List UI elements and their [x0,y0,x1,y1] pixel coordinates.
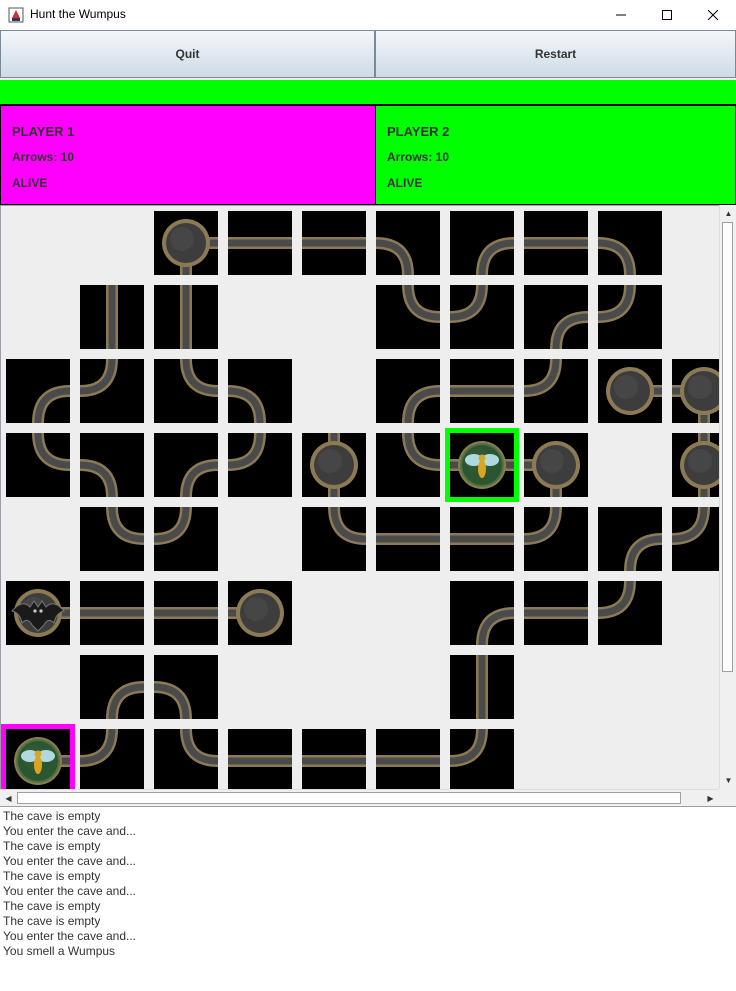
tunnel-tile[interactable] [524,285,588,349]
player-name: PLAYER 2 [387,124,450,139]
tunnel-tile[interactable] [376,507,440,571]
tunnel-tile[interactable] [154,285,218,349]
log-line: The cave is empty [3,869,101,883]
quit-button[interactable]: Quit [0,30,375,78]
tunnel-tile[interactable] [598,507,662,571]
log-line: You enter the cave and... [3,824,136,838]
tunnel-tile[interactable] [450,581,514,645]
scroll-up-icon[interactable]: ▲ [720,205,736,222]
log-line: You enter the cave and... [3,929,136,943]
cave-room-tile[interactable] [524,433,588,497]
tunnel-tile[interactable] [376,285,440,349]
tunnel-tile[interactable] [450,359,514,423]
tunnel-tile[interactable] [598,285,662,349]
minimize-button[interactable] [598,0,644,30]
close-button[interactable] [690,0,736,30]
player-arrows: Arrows: 10 [12,150,75,164]
horizontal-scroll-thumb[interactable] [17,792,681,804]
maximize-button[interactable] [644,0,690,30]
minimize-icon [616,14,626,16]
tunnel-tile[interactable] [228,433,292,497]
scroll-down-icon[interactable]: ▼ [720,772,736,789]
tunnel-tile[interactable] [376,729,440,789]
scroll-right-icon[interactable]: ▶ [702,790,719,807]
log-line: The cave is empty [3,839,101,853]
restart-button[interactable]: Restart [375,30,736,78]
tunnel-tile[interactable] [6,433,70,497]
tunnel-tile[interactable] [376,211,440,275]
tunnel-tile[interactable] [154,359,218,423]
tunnel-tile[interactable] [524,211,588,275]
java-app-icon [8,7,24,23]
tunnel-tile[interactable] [524,507,588,571]
player-arrows: Arrows: 10 [387,150,450,164]
tunnel-tile[interactable] [524,581,588,645]
tunnel-tile[interactable] [6,359,70,423]
tunnel-tile[interactable] [154,729,218,789]
player-name: PLAYER 1 [12,124,75,139]
tunnel-tile[interactable] [598,581,662,645]
cave-room-tile[interactable] [598,359,662,423]
tunnel-tile[interactable] [302,729,366,789]
title-bar: Hunt the Wumpus [0,0,736,30]
tunnel-tile[interactable] [228,359,292,423]
cave-map[interactable] [0,205,719,789]
message-log: The cave is empty You enter the cave and.… [0,806,736,991]
player-state: ALIVE [387,176,423,190]
player-2-panel: PLAYER 2 Arrows: 10 ALIVE [375,105,736,205]
tunnel-tile[interactable] [80,507,144,571]
tunnel-tile[interactable] [302,211,366,275]
player-2-position-marker [445,428,519,502]
tunnel-tile[interactable] [80,581,144,645]
tunnel-tile[interactable] [524,359,588,423]
tunnel-tile[interactable] [450,211,514,275]
tunnel-tile[interactable] [450,507,514,571]
vertical-scroll-thumb[interactable] [722,222,733,672]
player-1-position-marker [1,724,75,789]
tunnel-tile[interactable] [450,285,514,349]
tunnel-tile[interactable] [80,359,144,423]
player-state: ALIVE [12,176,48,190]
cave-room-tile[interactable] [154,211,218,275]
tunnel-tile[interactable] [376,359,440,423]
player-1-panel: PLAYER 1 Arrows: 10 ALIVE [0,105,376,205]
button-bar: Quit Restart [0,30,736,80]
scroll-corner [719,789,736,806]
cave-room-tile[interactable] [228,581,292,645]
log-line: You smell a Wumpus [3,944,116,958]
scroll-left-icon[interactable]: ◀ [0,790,17,807]
tunnel-tile[interactable] [80,729,144,789]
tunnel-tile[interactable] [80,655,144,719]
cave-room-tile[interactable] [302,433,366,497]
log-line: You enter the cave and... [3,884,136,898]
window-title: Hunt the Wumpus [30,7,126,21]
horizontal-scrollbar[interactable]: ◀ ▶ [0,789,719,806]
log-line: The cave is empty [3,914,101,928]
cave-room-tile[interactable] [672,359,719,423]
cave-room-tile[interactable] [672,433,719,497]
cave-room-tile[interactable] [6,581,70,645]
tunnel-tile[interactable] [80,285,144,349]
tunnel-tile[interactable] [154,655,218,719]
tunnel-tile[interactable] [80,433,144,497]
tunnel-tile[interactable] [228,211,292,275]
close-icon [708,10,718,20]
tunnel-tile[interactable] [302,507,366,571]
maximize-icon [662,10,672,20]
tunnel-tile[interactable] [228,729,292,789]
tunnel-tile[interactable] [598,211,662,275]
log-line: The cave is empty [3,899,101,913]
vertical-scrollbar[interactable]: ▲ ▼ [719,205,736,789]
log-line: The cave is empty [3,809,101,823]
log-line: You enter the cave and... [3,854,136,868]
tunnel-tile[interactable] [450,729,514,789]
turn-indicator-bar [0,80,736,105]
tunnel-tile[interactable] [154,507,218,571]
tunnel-tile[interactable] [376,433,440,497]
tunnel-tile[interactable] [672,507,719,571]
tunnel-tile[interactable] [450,655,514,719]
tunnel-tile[interactable] [154,581,218,645]
tunnel-tile[interactable] [154,433,218,497]
